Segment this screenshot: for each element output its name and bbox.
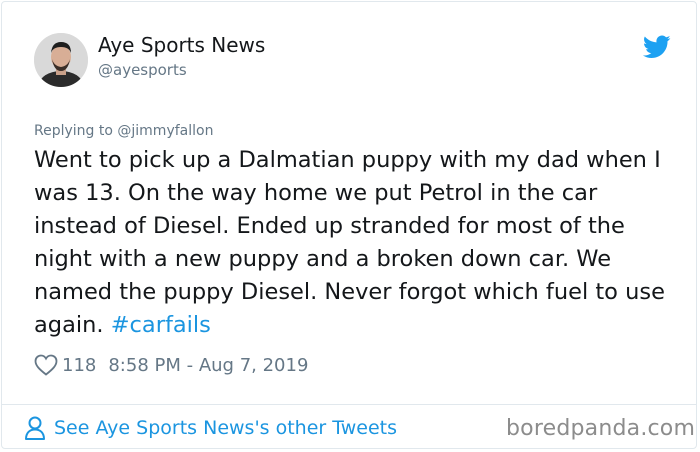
tweet-timestamp[interactable]: 8:58 PM - Aug 7, 2019 — [108, 355, 308, 376]
avatar[interactable] — [34, 33, 88, 87]
see-other-tweets-link[interactable]: See Aye Sports News's other Tweets — [24, 415, 397, 441]
person-icon — [25, 416, 45, 440]
like-count: 118 — [62, 354, 97, 376]
tweet-meta: 118 8:58 PM - Aug 7, 2019 — [34, 352, 308, 378]
tweet-card: Aye Sports News @ayesports Replying to @… — [1, 1, 697, 449]
boredpanda-watermark: boredpanda.com — [506, 416, 696, 441]
user-avatar-image — [34, 33, 88, 87]
tweet-text: Went to pick up a Dalmatian puppy with m… — [34, 144, 684, 342]
author-handle[interactable]: @ayesports — [98, 61, 187, 79]
replying-to: Replying to @jimmyfallon — [34, 123, 213, 139]
author-name[interactable]: Aye Sports News — [98, 33, 265, 57]
reply-mention-link[interactable]: @jimmyfallon — [117, 123, 213, 139]
twitter-bird-icon[interactable] — [643, 35, 671, 59]
replying-prefix: Replying to — [34, 123, 113, 139]
see-other-tweets-label[interactable]: See Aye Sports News's other Tweets — [54, 417, 397, 439]
tweet-body: Went to pick up a Dalmatian puppy with m… — [34, 147, 665, 338]
hashtag-link[interactable]: #carfails — [111, 312, 211, 338]
footer-divider — [2, 404, 696, 405]
heart-icon[interactable] — [34, 354, 58, 376]
